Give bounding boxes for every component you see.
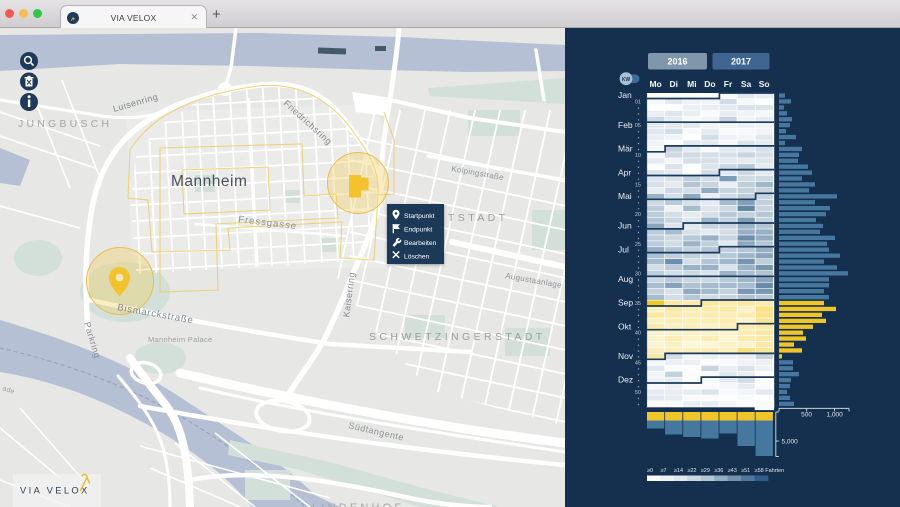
svg-text:VIA VELOX: VIA VELOX — [20, 486, 90, 496]
svg-text:Nov: Nov — [618, 351, 634, 361]
svg-text:Apr: Apr — [618, 167, 631, 177]
svg-text:20: 20 — [635, 212, 641, 218]
svg-text:Di: Di — [670, 79, 679, 89]
svg-text:10: 10 — [635, 153, 641, 159]
svg-text:Jul: Jul — [618, 244, 629, 254]
svg-text:5,000: 5,000 — [782, 439, 799, 446]
svg-text:Mannheim Palace: Mannheim Palace — [148, 335, 213, 344]
svg-text:Löschen: Löschen — [404, 253, 430, 260]
svg-text:≥58 Fahrten: ≥58 Fahrten — [755, 468, 785, 474]
svg-text:Startpunkt: Startpunkt — [404, 213, 435, 220]
svg-text:25: 25 — [635, 242, 641, 248]
svg-text:30: 30 — [635, 271, 641, 277]
svg-text:Mai: Mai — [618, 191, 632, 201]
svg-text:≥36: ≥36 — [714, 468, 723, 474]
svg-text:Dez: Dez — [618, 375, 633, 385]
svg-text:Do: Do — [704, 79, 715, 89]
svg-text:Jan: Jan — [618, 90, 632, 100]
svg-text:Sep: Sep — [618, 298, 633, 308]
svg-text:JUNGBUSCH: JUNGBUSCH — [18, 118, 112, 130]
svg-text:≥14: ≥14 — [674, 468, 683, 474]
svg-text:2016: 2016 — [667, 57, 687, 67]
svg-text:Jun: Jun — [618, 221, 632, 231]
svg-text:15: 15 — [635, 183, 641, 189]
svg-text:Mo: Mo — [649, 79, 661, 89]
svg-text:≥22: ≥22 — [687, 468, 696, 474]
svg-text:≥0: ≥0 — [647, 468, 653, 474]
svg-text:≥51: ≥51 — [741, 468, 750, 474]
svg-text:Feb: Feb — [618, 120, 633, 130]
svg-text:≥7: ≥7 — [660, 468, 666, 474]
svg-text:So: So — [759, 79, 770, 89]
svg-text:Bearbeiten: Bearbeiten — [404, 240, 437, 247]
svg-text:Sa: Sa — [741, 79, 752, 89]
svg-text:≥43: ≥43 — [728, 468, 737, 474]
svg-text:Mär: Mär — [618, 144, 633, 154]
svg-text:40: 40 — [635, 331, 641, 337]
svg-text:2017: 2017 — [731, 57, 751, 67]
svg-text:Fr: Fr — [724, 79, 733, 89]
svg-text:Mi: Mi — [687, 79, 696, 89]
svg-text:Endpunkt: Endpunkt — [404, 226, 432, 233]
svg-text:05: 05 — [635, 123, 641, 129]
svg-text:Aug: Aug — [618, 274, 633, 284]
svg-text:500: 500 — [801, 412, 812, 419]
svg-text:50: 50 — [635, 390, 641, 396]
svg-text:Okt: Okt — [618, 321, 632, 331]
svg-text:1,000: 1,000 — [826, 412, 843, 419]
svg-text:SCHWETZINGERSTADT: SCHWETZINGERSTADT — [369, 331, 546, 343]
svg-text:≥29: ≥29 — [701, 468, 710, 474]
svg-text:LINDENHOF: LINDENHOF — [312, 502, 404, 507]
svg-text:01: 01 — [635, 100, 641, 106]
svg-text:Mannheim: Mannheim — [171, 173, 247, 190]
svg-text:35: 35 — [635, 301, 641, 307]
svg-text:KW: KW — [622, 77, 631, 83]
svg-text:45: 45 — [635, 360, 641, 366]
